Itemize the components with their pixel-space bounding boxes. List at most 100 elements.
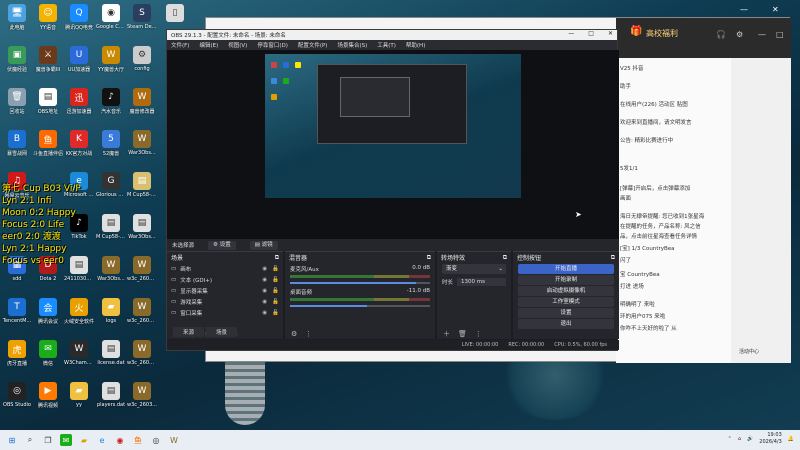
- desktop-icon[interactable]: B 暴雪战网: [2, 130, 32, 157]
- maximize-icon[interactable]: □: [776, 30, 784, 39]
- desktop-icon[interactable]: W War3Obs...: [96, 256, 126, 282]
- source-list[interactable]: ▭ 画布 ◉ 🔓 ▭ 文本 (GDI+) ◉ 🔓 ▭ 显示器采集 ◉ 🔓 ▭ 游戏采集 ◉ 🔓 ▭ 窗口采集 ◉ 🔓: [167, 263, 283, 318]
- desktop-icon[interactable]: ▰ logs: [96, 298, 126, 324]
- more-icon[interactable]: ⋮: [305, 330, 312, 338]
- transitions-dock[interactable]: 转场特效 ⧉ 渐变 ⌄ 时长 1300 ms ＋ 🗑 ⋮: [437, 251, 511, 339]
- notification-icon[interactable]: 🔔: [788, 436, 794, 442]
- desktop-icon[interactable]: ✉ 微信: [33, 340, 63, 367]
- gear-icon[interactable]: ⚙: [291, 330, 297, 338]
- desktop-icon[interactable]: ▤ OBS地址: [33, 88, 63, 115]
- desktop-icon[interactable]: Ww3c_26030...: [127, 256, 157, 282]
- desktop-icon[interactable]: 虎虎牙直播: [2, 340, 32, 367]
- dock-popout-icon[interactable]: ⧉: [611, 254, 615, 262]
- desktop-icon[interactable]: W W3Champ...: [64, 340, 94, 366]
- maximize-icon[interactable]: □: [588, 30, 594, 37]
- desktop-icon[interactable]: ♪ 汽水音乐: [96, 88, 126, 115]
- desktop-icon[interactable]: U UU加速器: [64, 46, 94, 73]
- filters-button[interactable]: ▤ 滤镜: [249, 240, 278, 250]
- desktop-icon[interactable]: ▤ War3Obs...: [127, 214, 157, 240]
- desktop-icon[interactable]: ▤ M Cup58-M...: [127, 172, 157, 198]
- windows-start-icon[interactable]: ⊞: [6, 434, 18, 446]
- settings-icon[interactable]: ⚙: [736, 30, 743, 39]
- network-icon[interactable]: ⌂: [738, 436, 741, 442]
- desktop-icon[interactable]: ☺ YY语音: [33, 4, 63, 31]
- start-virtual-camera-button[interactable]: 启动虚拟摄像机: [518, 286, 614, 296]
- desktop-icon[interactable]: ◉ Google Chrome: [96, 4, 126, 30]
- desktop-icon[interactable]: 🖥 此电脑: [2, 4, 32, 31]
- obs-taskbar-icon[interactable]: ◎: [150, 434, 162, 446]
- headset-icon[interactable]: 🎧: [716, 30, 726, 39]
- source-item[interactable]: ▭ 窗口采集 ◉ 🔓: [167, 307, 283, 318]
- wechat-taskbar-icon[interactable]: ✉: [60, 434, 72, 446]
- exit-button[interactable]: 退出: [518, 319, 614, 329]
- desktop-icon[interactable]: Q 腾讯QQ电竞: [64, 4, 94, 31]
- war3-taskbar-icon[interactable]: W: [168, 434, 180, 446]
- chevron-up-icon[interactable]: ⌃: [728, 436, 732, 442]
- menu-item[interactable]: 场景集合(S): [337, 41, 367, 49]
- desktop-icon[interactable]: ▰ yy: [64, 382, 94, 408]
- desktop-icon[interactable]: ◎ OBS Studio: [2, 382, 32, 408]
- desktop-icon[interactable]: S Steam Desk: [127, 4, 157, 30]
- eye-icon[interactable]: ◉: [262, 310, 267, 316]
- minimize-icon[interactable]: —: [758, 30, 766, 39]
- file-explorer-icon[interactable]: ▰: [78, 434, 90, 446]
- desktop-icon[interactable]: 鱼斗鱼直播伴侣: [33, 130, 63, 157]
- more-icon[interactable]: ⋮: [475, 330, 482, 338]
- desktop-icon[interactable]: 🗑 回收站: [2, 88, 32, 115]
- dock-popout-icon[interactable]: ⧉: [427, 254, 431, 262]
- dock-popout-icon[interactable]: ⧉: [275, 254, 279, 262]
- desktop-icon[interactable]: ▤ players.dat: [96, 382, 126, 408]
- start-streaming-button[interactable]: 开始直播: [518, 264, 614, 274]
- lock-icon[interactable]: 🔓: [272, 310, 279, 316]
- desktop-icon[interactable]: Ww3c_26030...: [127, 298, 157, 324]
- menu-item[interactable]: 工具(T): [377, 41, 396, 49]
- studio-mode-button[interactable]: 工作室模式: [518, 297, 614, 307]
- menu-item[interactable]: 文件(F): [171, 41, 189, 49]
- duration-input[interactable]: 1300 ms: [457, 278, 506, 286]
- start-recording-button[interactable]: 开始录制: [518, 275, 614, 285]
- dock-popout-icon[interactable]: ⧉: [503, 254, 507, 262]
- menu-item[interactable]: 视图(V): [228, 41, 247, 49]
- settings-button[interactable]: 设置: [518, 308, 614, 318]
- desktop-icon[interactable]: 迅迅游加速器: [64, 88, 94, 115]
- controls-dock[interactable]: 控制按钮 ⧉ 开始直播 开始录制 启动虚拟摄像机 工作室模式 设置 退出: [513, 251, 619, 339]
- source-item[interactable]: ▭ 文本 (GDI+) ◉ 🔓: [167, 274, 283, 285]
- lock-icon[interactable]: 🔓: [272, 299, 279, 305]
- source-item[interactable]: ▭ 游戏采集 ◉ 🔓: [167, 296, 283, 307]
- lock-icon[interactable]: 🔓: [272, 266, 279, 272]
- desktop-icon[interactable]: W YY魔兽大厅: [96, 46, 126, 73]
- preview-canvas[interactable]: [265, 54, 521, 198]
- desktop-icon[interactable]: W 魔兽修改器: [127, 88, 157, 115]
- obs-window[interactable]: OBS 29.1.3 - 配置文件: 未命名 - 场景: 未命名 — □ ✕ 文…: [166, 29, 619, 351]
- desktop-icon[interactable]: K KK官方对战: [64, 130, 94, 157]
- desktop-icon[interactable]: G Glorious Model ...: [96, 172, 126, 198]
- edge-icon[interactable]: e: [96, 434, 108, 446]
- desktop-icon[interactable]: Ww3c_2603...: [127, 382, 157, 408]
- desktop-icon[interactable]: ⚙ config: [127, 46, 157, 72]
- properties-button[interactable]: ⚙ 设置: [208, 240, 236, 250]
- lock-icon[interactable]: 🔓: [272, 288, 279, 294]
- transition-select[interactable]: 渐变 ⌄: [442, 264, 506, 274]
- desktop-icon[interactable]: ▣ 伏魔经验: [2, 46, 32, 73]
- search-icon[interactable]: ⌕: [24, 434, 36, 446]
- menu-item[interactable]: 编辑(E): [199, 41, 218, 49]
- desktop-audio-track[interactable]: 桌面音频 -11.0 dB: [285, 286, 435, 309]
- add-icon[interactable]: ＋: [443, 329, 450, 339]
- desktop-icon[interactable]: T TencentM...: [2, 298, 32, 324]
- clock[interactable]: 19:03 2026/4/3: [759, 432, 781, 446]
- desktop-icon[interactable]: W War3Obs...: [127, 130, 157, 156]
- volume-icon[interactable]: 🔊: [747, 436, 753, 442]
- desktop-icon[interactable]: 火火绒安全软件: [64, 298, 94, 325]
- desktop-icon[interactable]: ▯: [160, 4, 190, 24]
- source-item[interactable]: ▭ 显示器采集 ◉ 🔓: [167, 285, 283, 296]
- trash-icon[interactable]: 🗑: [458, 330, 467, 338]
- mixer-dock[interactable]: 混音器 ⧉ 麦克风/Aux 0.0 dB 桌面音频 -11.0 dB ⚙ ⋮: [285, 251, 435, 339]
- desktop-icon[interactable]: ▶ 腾讯视频: [33, 382, 63, 409]
- obs-preview[interactable]: ➤: [167, 50, 619, 239]
- chrome-icon[interactable]: ◉: [114, 434, 126, 446]
- task-view-icon[interactable]: ❐: [42, 434, 54, 446]
- desktop-icon[interactable]: ⚔ 魔兽争霸III: [33, 46, 63, 73]
- source-item[interactable]: ▭ 画布 ◉ 🔓: [167, 263, 283, 274]
- desktop-icon[interactable]: ▤ license.dat: [96, 340, 126, 366]
- activity-center-label[interactable]: 活动中心: [739, 348, 759, 355]
